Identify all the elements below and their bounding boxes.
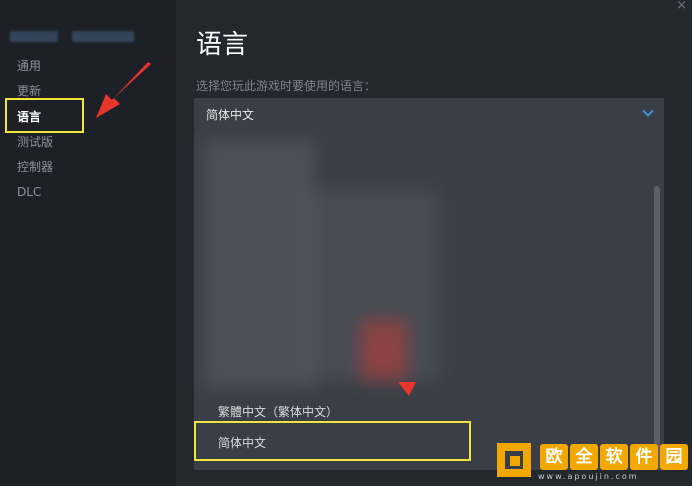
sidebar-item-betas[interactable]: 测试版 [17,134,53,150]
sidebar-item-updates[interactable]: 更新 [17,83,41,99]
language-field-label: 选择您玩此游戏时要使用的语言： [196,79,377,93]
arrow-tip-icon [398,382,416,396]
sidebar-item-general[interactable]: 通用 [17,58,41,74]
blurred-app-name-2 [72,31,134,42]
sidebar-item-dlc[interactable]: DLC [17,184,41,200]
watermark-char: 园 [660,444,688,470]
watermark-url: www.apoujin.com [538,472,639,481]
chevron-down-icon [642,109,654,117]
page-title: 语言 [196,30,249,60]
watermark: 欧 全 软 件 园 www.apoujin.com [494,440,690,484]
option-simplified-chinese[interactable]: 简体中文 [218,434,266,451]
blurred-options [205,140,315,388]
watermark-logo-icon [497,443,531,477]
dropdown-scrollbar[interactable] [654,186,660,470]
language-select-value: 简体中文 [206,108,255,122]
annotation-arrow [96,62,151,118]
close-icon[interactable]: × [676,0,687,12]
watermark-char: 欧 [540,444,568,470]
watermark-char: 软 [600,444,628,470]
watermark-char: 全 [570,444,598,470]
language-select[interactable]: 简体中文 [194,98,664,130]
sidebar-item-controller[interactable]: 控制器 [17,159,53,175]
option-traditional-chinese[interactable]: 繁體中文（繁体中文） [218,403,338,420]
blurred-arrow-mark [360,320,408,380]
blurred-app-name [10,31,58,42]
sidebar-item-language[interactable]: 语言 [17,109,41,125]
watermark-char: 件 [630,444,658,470]
